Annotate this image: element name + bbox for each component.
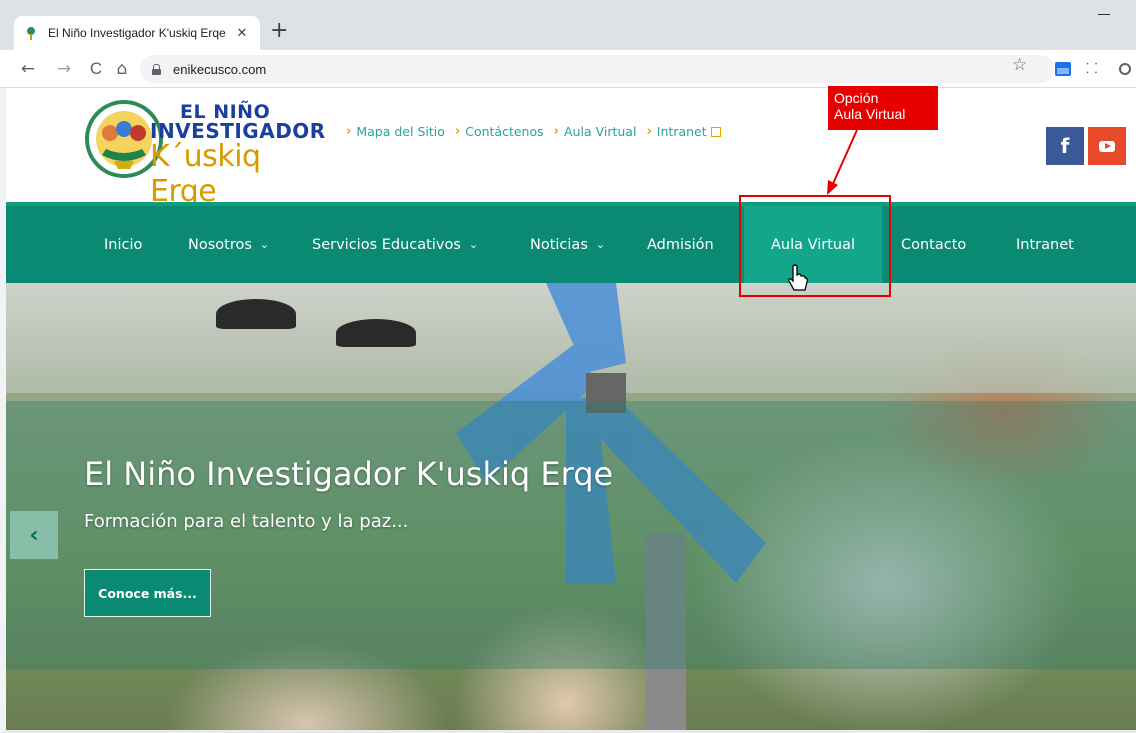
hero-image-detail bbox=[336, 319, 416, 347]
youtube-button[interactable] bbox=[1088, 127, 1126, 165]
nav-item-servicios[interactable]: Servicios Educativos ⌄ bbox=[312, 206, 478, 283]
site-header: EL NIÑO INVESTIGADOR K´uskiq Erqe › Mapa … bbox=[6, 89, 1136, 209]
profile-icon[interactable] bbox=[1119, 63, 1131, 75]
chevron-right-icon: › bbox=[346, 124, 352, 139]
top-links: › Mapa del Sitio › Contáctenos › Aula Virtu… bbox=[346, 124, 721, 139]
toplink-intranet[interactable]: › Intranet bbox=[646, 124, 721, 139]
forward-button[interactable]: → bbox=[52, 50, 76, 88]
tab-strip: El Niño Investigador K'uskiq Erqe ✕ + bbox=[0, 0, 1136, 50]
tab-title: El Niño Investigador K'uskiq Erqe bbox=[48, 26, 226, 40]
reload-button[interactable]: C bbox=[84, 50, 108, 88]
minimize-icon[interactable] bbox=[1098, 6, 1112, 20]
extension-icon[interactable] bbox=[1055, 62, 1071, 76]
toplink-mapa[interactable]: › Mapa del Sitio bbox=[346, 124, 445, 139]
external-link-icon bbox=[710, 126, 721, 137]
extension-dots-icon[interactable]: ⸬ bbox=[1086, 59, 1098, 78]
hero-overlay bbox=[6, 401, 1136, 669]
facebook-button[interactable]: f bbox=[1046, 127, 1084, 165]
hero-slider: ‹ El Niño Investigador K'uskiq Erqe Form… bbox=[6, 283, 1136, 730]
back-button[interactable]: ← bbox=[16, 50, 40, 88]
hero-title: El Niño Investigador K'uskiq Erqe bbox=[84, 455, 614, 493]
chevron-down-icon: ⌄ bbox=[595, 238, 606, 251]
youtube-icon bbox=[1099, 140, 1115, 152]
toplink-aula-virtual[interactable]: › Aula Virtual bbox=[554, 124, 637, 139]
annotation-label: Opción Aula Virtual bbox=[828, 86, 938, 130]
logo-text-line3: K´uskiq Erqe bbox=[150, 139, 261, 209]
annotation-highlight-box bbox=[739, 195, 891, 297]
toplink-contactenos[interactable]: › Contáctenos bbox=[455, 124, 544, 139]
chevron-right-icon: › bbox=[553, 124, 559, 139]
nav-item-inicio[interactable]: Inicio bbox=[104, 206, 142, 283]
facebook-icon: f bbox=[1060, 134, 1070, 158]
hero-image-detail bbox=[216, 299, 296, 329]
main-nav: Inicio Nosotros ⌄ Servicios Educativos ⌄ N… bbox=[6, 202, 1136, 283]
lock-icon bbox=[152, 63, 161, 75]
tab-close-icon[interactable]: ✕ bbox=[234, 26, 250, 41]
hand-cursor-icon bbox=[788, 264, 808, 291]
browser-tab[interactable]: El Niño Investigador K'uskiq Erqe ✕ bbox=[14, 16, 260, 50]
slider-prev-button[interactable]: ‹ bbox=[10, 511, 58, 559]
chevron-right-icon: › bbox=[454, 124, 461, 139]
url-text: enikecusco.com bbox=[173, 61, 267, 77]
chevron-down-icon: ⌄ bbox=[259, 238, 270, 251]
bookmark-star-icon[interactable]: ☆ bbox=[1012, 55, 1027, 75]
site-logo[interactable]: EL NIÑO INVESTIGADOR K´uskiq Erqe bbox=[84, 93, 325, 209]
new-tab-button[interactable]: + bbox=[270, 20, 288, 42]
conoce-mas-button[interactable]: Conoce más... bbox=[84, 569, 211, 617]
nav-item-contacto[interactable]: Contacto bbox=[901, 206, 966, 283]
nav-item-admision[interactable]: Admisión bbox=[647, 206, 714, 283]
nav-item-nosotros[interactable]: Nosotros ⌄ bbox=[188, 206, 269, 283]
browser-toolbar: ← → C ⌂ enikecusco.com ☆ ⸬ bbox=[0, 50, 1136, 88]
nav-item-intranet[interactable]: Intranet bbox=[1016, 206, 1074, 283]
hero-subtitle: Formación para el talento y la paz... bbox=[84, 511, 409, 532]
chevron-down-icon: ⌄ bbox=[468, 238, 479, 251]
nav-item-noticias[interactable]: Noticias ⌄ bbox=[530, 206, 605, 283]
address-bar[interactable]: enikecusco.com bbox=[140, 55, 1054, 83]
home-button[interactable]: ⌂ bbox=[110, 50, 134, 88]
site-favicon-icon bbox=[27, 27, 35, 40]
chevron-right-icon: › bbox=[646, 124, 652, 139]
